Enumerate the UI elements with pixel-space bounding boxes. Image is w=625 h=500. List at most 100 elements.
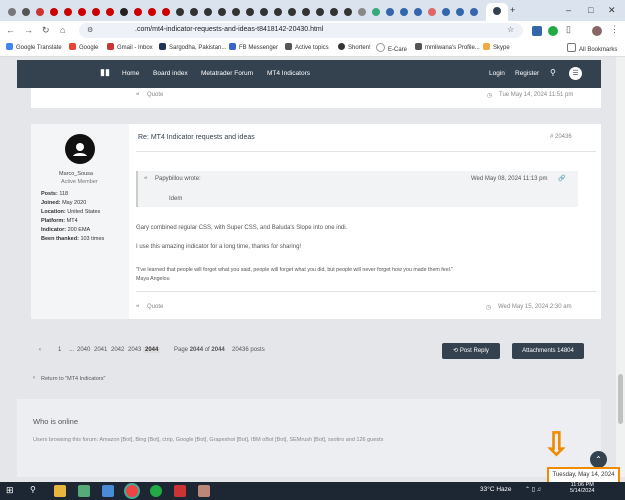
photos-icon[interactable] [78,485,90,497]
tab-icon[interactable] [62,5,74,17]
tab-icon[interactable] [76,5,88,17]
tab-icon[interactable] [188,5,200,17]
search-icon[interactable]: ⚲ [550,68,556,77]
tab-icon[interactable] [342,5,354,17]
page-link[interactable]: 2040 [77,347,90,353]
bookmark-google[interactable]: Google [69,43,98,51]
quote-button[interactable]: Quote [147,304,163,310]
tab-icon[interactable] [370,5,382,17]
tab-icon[interactable] [90,5,102,17]
tab-icon[interactable] [160,5,172,17]
tab-icon[interactable] [216,5,228,17]
bookmark-gmail[interactable]: Gmail - Inbox [107,43,153,51]
whatsapp-icon[interactable] [150,485,162,497]
tab-icon[interactable] [412,5,424,17]
tab-icon[interactable] [202,5,214,17]
tab-icon[interactable] [258,5,270,17]
bookmark-profile[interactable]: mmliwana's Profile... [415,43,480,51]
whatsapp-icon[interactable] [548,26,558,36]
minimize-icon[interactable]: – [566,5,571,15]
tab-icon[interactable] [328,5,340,17]
bookmark-shorten[interactable]: Shorten! [338,43,371,51]
page-link[interactable]: 2042 [111,347,124,353]
tab-icon[interactable] [440,5,452,17]
tab-icon[interactable] [104,5,116,17]
reload-icon[interactable]: ↻ [42,25,50,36]
chrome-icon[interactable] [126,485,138,497]
return-link[interactable]: Return to "MT4 Indicators" [41,376,105,382]
tab-icon[interactable] [398,5,410,17]
tab-icon[interactable] [468,5,480,17]
close-icon[interactable]: ✕ [608,5,616,16]
app-icon[interactable] [174,485,186,497]
app-icon[interactable] [198,485,210,497]
tab-icon[interactable] [356,5,368,17]
post-reply-button[interactable]: ⟲ Post Reply [442,343,500,359]
tab-icon[interactable] [20,5,32,17]
page-link[interactable]: 1 [58,347,61,353]
prev-page-icon[interactable]: ‹ [39,347,41,353]
nav-home[interactable]: Home [122,70,139,77]
home-icon[interactable]: ⌂ [60,25,65,35]
nav-mt4-indicators[interactable]: MT4 Indicators [267,70,310,77]
tab-icon[interactable] [272,5,284,17]
tab-icon[interactable] [230,5,242,17]
tab-icon[interactable] [132,5,144,17]
bookmark-star-icon[interactable]: ☆ [507,25,514,34]
avatar[interactable] [65,134,95,164]
extension-icon[interactable] [532,26,542,36]
bookmark-google-translate[interactable]: Google Translate [6,43,62,51]
app-icon[interactable] [102,485,114,497]
tab-icon[interactable] [6,5,18,17]
tab-icon[interactable] [300,5,312,17]
page-link[interactable]: 2043 [128,347,141,353]
tab-icon[interactable] [146,5,158,17]
author-name[interactable]: Marco_Sousa [59,171,93,177]
menu-icon[interactable]: ⋮ [610,24,619,35]
active-tab[interactable] [486,3,508,21]
bookmark-active-topics[interactable]: Active topics [285,43,329,51]
extensions-puzzle-icon[interactable]: ▯ [566,24,571,35]
scroll-top-button[interactable]: ⌃ [590,451,607,468]
profile-avatar[interactable] [592,26,602,36]
quote-button[interactable]: Quote [147,92,163,98]
search-icon[interactable]: ⚲ [30,485,42,497]
post-title[interactable]: Re: MT4 Indicator requests and ideas [138,134,255,141]
page-scrollbar[interactable] [616,57,625,477]
tab-icon[interactable] [48,5,60,17]
attachments-button[interactable]: Attachments 14804 [512,343,584,359]
tab-icon[interactable] [34,5,46,17]
scrollbar-thumb[interactable] [618,374,623,424]
windows-start-icon[interactable]: ⊞ [6,485,18,497]
link-icon[interactable]: 🔗 [558,175,565,182]
new-tab-icon[interactable]: + [510,5,515,15]
site-info-icon[interactable]: ⚙ [87,26,93,34]
bookmark-skype[interactable]: Skype [483,43,510,51]
nav-board-index[interactable]: Board index [153,70,188,77]
post-number[interactable]: # 20436 [550,134,572,140]
forward-icon[interactable]: → [24,25,33,35]
maximize-icon[interactable]: □ [588,5,593,15]
bookmark-all[interactable]: All Bookmarks [567,43,617,53]
clock[interactable]: 11:06 PM 5/14/2024 [570,482,594,494]
tab-icon[interactable] [314,5,326,17]
tab-icon[interactable] [384,5,396,17]
back-icon[interactable]: ← [6,25,15,35]
tab-icon[interactable] [244,5,256,17]
tab-icon[interactable] [118,5,130,17]
file-explorer-icon[interactable] [54,485,66,497]
weather-widget[interactable]: 33°C Haze [480,486,512,493]
tab-icon[interactable] [174,5,186,17]
bookmark-fb-messenger[interactable]: FB Messenger [229,43,278,51]
tab-icon[interactable] [426,5,438,17]
system-tray-icons[interactable]: ⌃ ▯ ♫ [525,486,541,493]
nav-metatrader-forum[interactable]: Metatrader Forum [201,70,253,77]
page-link[interactable]: 2041 [94,347,107,353]
tab-icon[interactable] [454,5,466,17]
site-logo-icon[interactable]: ▮▮ [100,67,110,78]
bookmark-e-care[interactable]: E-Care [376,43,407,53]
tab-icon[interactable] [286,5,298,17]
login-link[interactable]: Login [489,70,505,77]
menu-icon[interactable]: ☰ [569,67,582,80]
address-bar[interactable]: ⚙ .com/mt4-indicator-requests-and-ideas-… [79,23,523,38]
